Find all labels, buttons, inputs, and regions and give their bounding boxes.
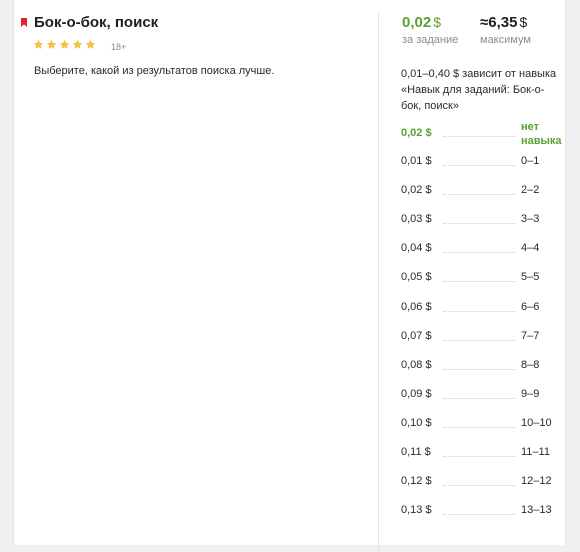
max-earnings-value: ≈6,35	[480, 14, 518, 31]
rate-row: 0,01 $ 0–1	[401, 148, 561, 177]
rate-row: 0,06 $ 6–6	[401, 294, 561, 323]
rate-skill-level: 10–10	[521, 416, 552, 429]
price-per-task-caption: за задание	[402, 34, 459, 46]
rate-row: 0,08 $ 8–8	[401, 352, 561, 381]
price-per-task-currency: $	[433, 14, 441, 30]
rate-row: 0,07 $ 7–7	[401, 323, 561, 352]
rate-row: 0,02 $ 2–2	[401, 177, 561, 206]
star-icon	[46, 39, 57, 49]
rate-leader-dots	[443, 136, 515, 137]
rate-price: 0,06 $	[401, 300, 432, 313]
star-icon	[59, 39, 70, 49]
rate-leader-dots	[443, 485, 515, 487]
rate-skill-level: 6–6	[521, 300, 540, 313]
max-earnings-currency: $	[519, 14, 528, 30]
rate-price: 0,09 $	[401, 387, 432, 400]
rate-leader-dots	[443, 368, 515, 370]
rate-skill-level: нет навыка	[521, 121, 562, 147]
rate-price: 0,10 $	[401, 416, 432, 429]
rate-leader-dots	[443, 514, 515, 516]
rate-leader-dots	[443, 397, 515, 399]
rate-price: 0,03 $	[401, 213, 432, 226]
rate-price: 0,13 $	[401, 504, 432, 517]
max-earnings-caption: максимум	[480, 34, 531, 46]
rate-row-current: 0,02 $ нет навыка	[401, 119, 562, 148]
task-description: Выберите, какой из результатов поиска лу…	[34, 65, 275, 77]
rate-row: 0,03 $ 3–3	[401, 206, 561, 235]
price-per-task: 0,02 $	[402, 14, 441, 31]
rate-skill-level: 9–9	[521, 387, 540, 400]
rate-skill-level: 13–13	[521, 504, 552, 517]
task-card: Бок-о-бок, поиск 18+ Выберите, какой из …	[13, 0, 566, 552]
rate-leader-dots	[443, 165, 515, 167]
rating-stars	[33, 39, 96, 50]
star-icon	[33, 39, 44, 49]
bookmark-icon[interactable]	[21, 18, 27, 27]
rate-skill-level: 11–11	[521, 446, 550, 459]
rate-row: 0,10 $ 10–10	[401, 410, 561, 439]
rate-skill-level: 12–12	[521, 475, 552, 488]
max-earnings: ≈6,35 $	[480, 14, 527, 31]
rate-skill-level: 3–3	[521, 213, 540, 226]
rate-leader-dots	[443, 194, 515, 196]
skill-pricing-note: 0,01–0,40 $ зависит от навыка «Навык для…	[401, 68, 557, 112]
rate-row: 0,13 $ 13–13	[401, 497, 561, 526]
rate-price: 0,12 $	[401, 475, 432, 488]
rate-skill-level: 7–7	[521, 329, 540, 342]
rate-row: 0,11 $ 11–11	[401, 439, 561, 468]
rate-price: 0,05 $	[401, 271, 432, 284]
rate-leader-dots	[443, 223, 515, 225]
rate-leader-dots	[443, 252, 515, 254]
rate-skill-level: 0–1	[521, 155, 540, 168]
rate-price: 0,11 $	[401, 446, 431, 459]
rate-row: 0,04 $ 4–4	[401, 235, 561, 264]
rate-skill-level: 5–5	[521, 271, 540, 284]
rate-price: 0,02 $	[401, 127, 432, 139]
rate-leader-dots	[443, 281, 515, 283]
rate-row: 0,05 $ 5–5	[401, 264, 561, 293]
rate-row: 0,09 $ 9–9	[401, 381, 561, 410]
rate-leader-dots	[443, 310, 515, 312]
star-icon	[85, 39, 96, 49]
rate-leader-dots	[443, 426, 515, 428]
pricing-panel: 0,02 $ за задание ≈6,35 $ максимум 0,01–0,…	[379, 0, 565, 545]
rate-price: 0,08 $	[401, 358, 432, 371]
rate-skill-level: 2–2	[521, 184, 540, 197]
rate-skill-level: 4–4	[521, 242, 540, 255]
price-per-task-value: 0,02	[402, 14, 432, 31]
rate-skill-level: 8–8	[521, 358, 540, 371]
rate-price: 0,02 $	[401, 184, 432, 197]
rate-leader-dots	[443, 339, 515, 341]
rate-price: 0,04 $	[401, 242, 432, 255]
star-icon	[72, 39, 83, 49]
task-title[interactable]: Бок-о-бок, поиск	[34, 14, 158, 31]
rate-price: 0,01 $	[401, 155, 432, 168]
rate-row: 0,12 $ 12–12	[401, 468, 561, 497]
rate-price: 0,07 $	[401, 329, 432, 342]
rate-leader-dots	[443, 456, 515, 458]
age-rating-badge: 18+	[111, 42, 127, 52]
rate-table: 0,02 $ нет навыка 0,01 $ 0–1 0,02 $ 2–2 0,03 $…	[401, 119, 562, 526]
task-info-panel: Бок-о-бок, поиск 18+ Выберите, какой из …	[14, 0, 379, 545]
